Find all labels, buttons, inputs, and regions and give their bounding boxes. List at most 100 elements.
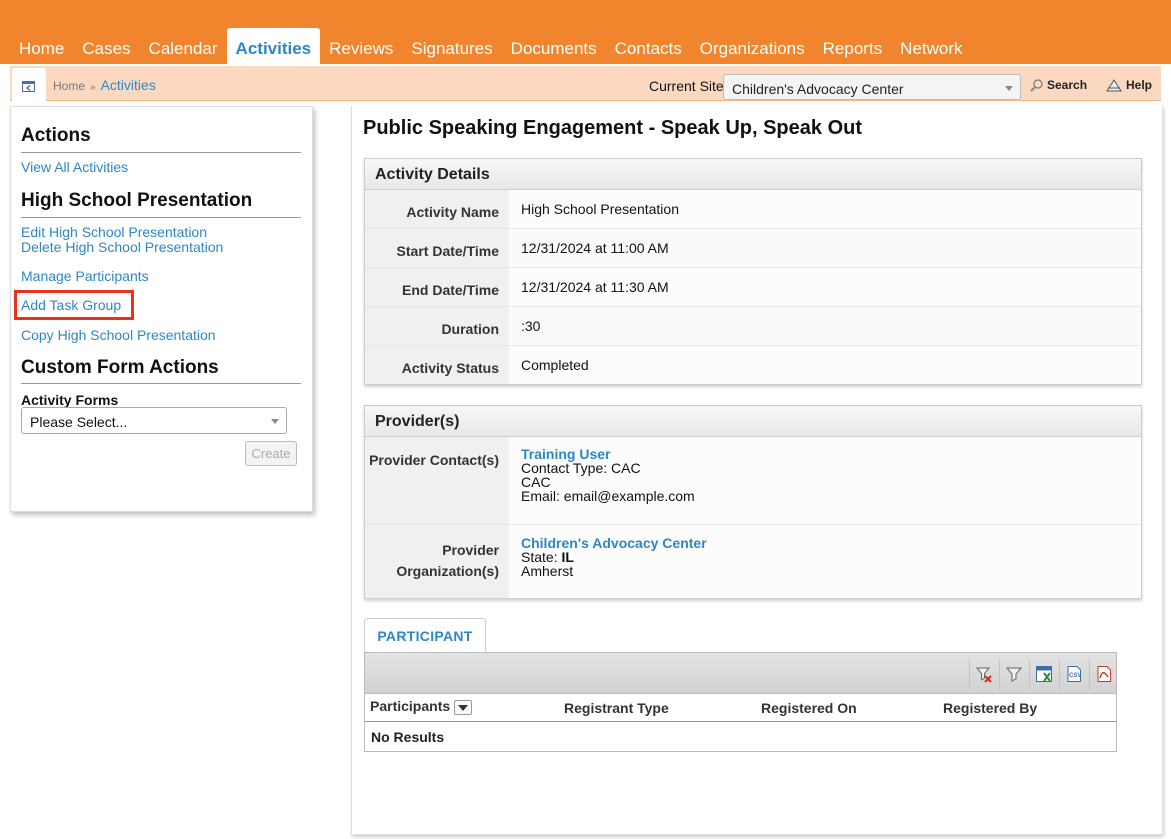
contact-type: Contact Type: CAC <box>521 460 641 476</box>
detail-label: Activity Name <box>365 190 509 228</box>
provider-organizations-label: Provider Organization(s) <box>365 525 509 598</box>
filter-button[interactable] <box>999 659 1028 689</box>
detail-value: :30 <box>509 307 1141 345</box>
help-link[interactable]: Help <box>1106 78 1152 92</box>
activity-details-heading: Activity Details <box>365 159 1141 190</box>
provider-organizations-label-line1: Provider <box>442 542 499 558</box>
filter-icon <box>1006 667 1022 682</box>
nav-tab-calendar[interactable]: Calendar <box>140 28 227 64</box>
nav-tab-organizations[interactable]: Organizations <box>691 28 814 64</box>
col-registered-by[interactable]: Registered By <box>943 700 1037 716</box>
page-title: Public Speaking Engagement - Speak Up, S… <box>363 117 863 139</box>
participants-grid: CSV Participants Registrant Type Registe… <box>364 652 1117 752</box>
activity-forms-select[interactable]: Please Select... <box>21 407 287 434</box>
export-pdf-button[interactable] <box>1089 659 1118 689</box>
search-icon <box>1030 78 1043 92</box>
edit-activity-link[interactable]: Edit High School Presentation <box>21 224 207 240</box>
contact-org: CAC <box>521 474 551 490</box>
activity-forms-label: Activity Forms <box>21 392 119 408</box>
detail-row: End Date/Time 12/31/2024 at 11:30 AM <box>365 268 1141 307</box>
col-participants-label: Participants <box>370 698 451 714</box>
col-participants[interactable]: Participants <box>370 698 473 715</box>
current-site-value: Children's Advocacy Center <box>732 81 904 97</box>
nav-tab-network[interactable]: Network <box>891 28 971 64</box>
detail-row: Activity Status Completed <box>365 346 1141 384</box>
detail-value: 12/31/2024 at 11:00 AM <box>509 229 1141 267</box>
col-registrant-type[interactable]: Registrant Type <box>564 700 669 716</box>
export-csv-button[interactable]: CSV <box>1059 659 1088 689</box>
chevron-down-icon <box>1005 86 1013 91</box>
copy-activity-link[interactable]: Copy High School Presentation <box>21 327 216 343</box>
top-nav-bar: Home Cases Calendar Activities Reviews S… <box>0 0 1171 64</box>
detail-row: Activity Name High School Presentation <box>365 190 1141 229</box>
help-icon <box>1106 78 1122 91</box>
chevron-down-icon <box>271 419 279 424</box>
org-city: Amherst <box>521 563 574 579</box>
breadcrumb-home[interactable]: Home <box>53 79 85 93</box>
provider-organization-link[interactable]: Children's Advocacy Center <box>521 536 1141 550</box>
export-excel-button[interactable] <box>1029 659 1058 689</box>
detail-row: Duration :30 <box>365 307 1141 346</box>
activity-forms-value: Please Select... <box>30 414 128 430</box>
custom-form-actions-heading: Custom Form Actions <box>21 357 219 378</box>
contact-email: Email: email@example.com <box>521 488 695 504</box>
provider-contact-link[interactable]: Training User <box>521 447 1141 461</box>
no-results-text: No Results <box>371 729 445 745</box>
providers-card: Provider(s) Provider Contact(s) Training… <box>364 405 1142 599</box>
provider-organizations-label-line2: Organization(s) <box>396 563 499 579</box>
activity-details-card: Activity Details Activity Name High Scho… <box>364 158 1142 385</box>
detail-label: Start Date/Time <box>365 229 509 267</box>
detail-label: Duration <box>365 307 509 345</box>
actions-heading: Actions <box>21 125 91 146</box>
sort-menu-icon[interactable] <box>454 699 473 715</box>
search-label: Search <box>1047 78 1088 92</box>
search-link[interactable]: Search <box>1030 78 1087 92</box>
col-registered-on[interactable]: Registered On <box>761 700 857 716</box>
excel-export-icon <box>1036 666 1052 682</box>
provider-contacts-row: Provider Contact(s) Training User Contac… <box>365 437 1141 525</box>
collapse-panel-icon <box>22 81 35 92</box>
manage-participants-link[interactable]: Manage Participants <box>21 268 149 284</box>
main-content: Public Speaking Engagement - Speak Up, S… <box>351 106 1163 835</box>
nav-tab-cases[interactable]: Cases <box>73 28 139 64</box>
csv-export-icon: CSV <box>1067 666 1081 682</box>
provider-contacts-value: Training User Contact Type: CAC CAC Emai… <box>509 437 1141 524</box>
collapse-sidebar-button[interactable] <box>12 68 46 102</box>
current-site-label: Current Site <box>649 78 724 94</box>
provider-organizations-row: Provider Organization(s) Children's Advo… <box>365 525 1141 598</box>
create-button[interactable]: Create <box>245 441 297 466</box>
grid-toolbar: CSV <box>365 653 1116 694</box>
breadcrumb-current[interactable]: Activities <box>101 77 156 93</box>
nav-tab-documents[interactable]: Documents <box>502 28 606 64</box>
main-nav: Home Cases Calendar Activities Reviews S… <box>10 28 972 64</box>
nav-tab-contacts[interactable]: Contacts <box>606 28 691 64</box>
nav-tab-signatures[interactable]: Signatures <box>402 28 501 64</box>
detail-value: 12/31/2024 at 11:30 AM <box>509 268 1141 306</box>
add-task-group-link[interactable]: Add Task Group <box>21 297 121 313</box>
divider <box>21 152 301 153</box>
breadcrumb: Home » Activities <box>53 77 156 93</box>
detail-label: Activity Status <box>365 346 509 384</box>
nav-tab-reviews[interactable]: Reviews <box>320 28 402 64</box>
divider <box>21 383 301 384</box>
current-site-select[interactable]: Children's Advocacy Center <box>723 74 1021 100</box>
pdf-export-icon <box>1097 666 1111 682</box>
help-label: Help <box>1126 78 1153 92</box>
divider <box>21 217 301 218</box>
nav-tab-reports[interactable]: Reports <box>814 28 892 64</box>
breadcrumb-bar: Home » Activities Current Site Children's … <box>10 66 1161 102</box>
delete-activity-link[interactable]: Delete High School Presentation <box>21 239 223 255</box>
tab-participant[interactable]: PARTICIPANT <box>364 618 486 652</box>
detail-value: High School Presentation <box>509 190 1141 228</box>
clear-filter-icon <box>975 667 992 683</box>
view-all-activities-link[interactable]: View All Activities <box>21 159 128 175</box>
nav-tab-home[interactable]: Home <box>10 28 73 64</box>
provider-contacts-label: Provider Contact(s) <box>365 437 509 524</box>
provider-organizations-value: Children's Advocacy Center State: IL Amh… <box>509 525 1141 598</box>
detail-label: End Date/Time <box>365 268 509 306</box>
actions-sidebar: Actions View All Activities High School … <box>10 106 313 512</box>
clear-filter-button[interactable] <box>969 659 998 689</box>
nav-tab-activities[interactable]: Activities <box>226 28 321 64</box>
breadcrumb-separator: » <box>90 82 96 93</box>
detail-row: Start Date/Time 12/31/2024 at 11:00 AM <box>365 229 1141 268</box>
